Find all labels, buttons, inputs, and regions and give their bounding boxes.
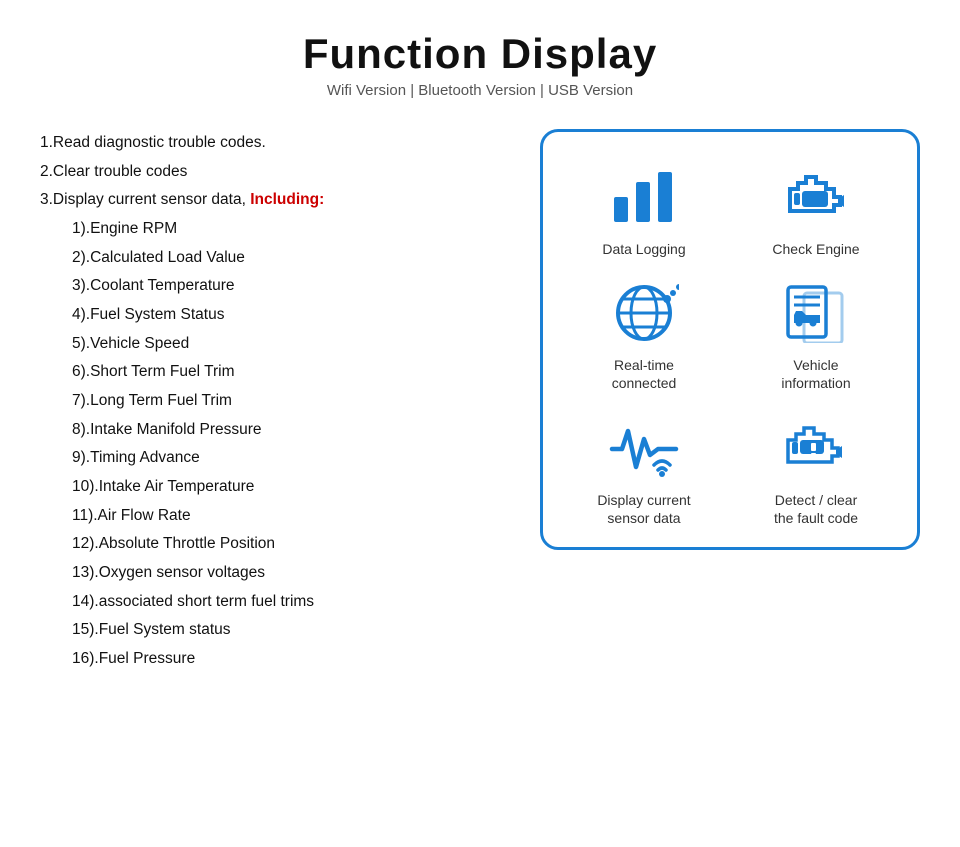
list-item-1: 1.Read diagnostic trouble codes. [40, 129, 510, 158]
list-item-3: 3.Display current sensor data, Including… [40, 186, 510, 215]
sensor-label: Display currentsensor data [597, 491, 690, 527]
card-realtime: Real-timeconnected [563, 278, 725, 392]
subitem-6: 6).Short Term Fuel Trim [40, 358, 510, 387]
icon-grid: Data Logging Check Engine [540, 129, 920, 550]
card-data-logging: Data Logging [563, 162, 725, 258]
subitem-1: 1).Engine RPM [40, 215, 510, 244]
subitem-12: 12).Absolute Throttle Position [40, 530, 510, 559]
subitem-15: 15).Fuel System status [40, 616, 510, 645]
subitem-4: 4).Fuel System Status [40, 301, 510, 330]
data-logging-label: Data Logging [602, 240, 685, 258]
subitem-9: 9).Timing Advance [40, 444, 510, 473]
subitem-8: 8).Intake Manifold Pressure [40, 416, 510, 445]
feature-list: 1.Read diagnostic trouble codes. 2.Clear… [40, 129, 510, 674]
page-title: Function Display [303, 30, 657, 78]
data-logging-icon [604, 162, 684, 232]
subitem-5: 5).Vehicle Speed [40, 330, 510, 359]
card-fault-code: Detect / clearthe fault code [735, 413, 897, 527]
vehicle-info-label: Vehicleinformation [781, 356, 850, 392]
subitem-3: 3).Coolant Temperature [40, 272, 510, 301]
page-subtitle: Wifi Version | Bluetooth Version | USB V… [303, 82, 657, 99]
subitem-16: 16).Fuel Pressure [40, 645, 510, 674]
card-vehicle-info: Vehicleinformation [735, 278, 897, 392]
subitem-13: 13).Oxygen sensor voltages [40, 559, 510, 588]
vehicle-info-icon [776, 278, 856, 348]
fault-code-icon [776, 413, 856, 483]
subitem-2: 2).Calculated Load Value [40, 244, 510, 273]
page-header: Function Display Wifi Version | Bluetoot… [303, 30, 657, 99]
including-label: Including: [250, 191, 324, 208]
card-sensor: Display currentsensor data [563, 413, 725, 527]
realtime-icon [604, 278, 684, 348]
sensor-icon [604, 413, 684, 483]
realtime-label: Real-timeconnected [612, 356, 677, 392]
subitem-11: 11).Air Flow Rate [40, 502, 510, 531]
check-engine-label: Check Engine [772, 240, 859, 258]
list-item-2: 2.Clear trouble codes [40, 158, 510, 187]
main-content: 1.Read diagnostic trouble codes. 2.Clear… [40, 129, 920, 674]
subitem-7: 7).Long Term Fuel Trim [40, 387, 510, 416]
fault-code-label: Detect / clearthe fault code [774, 491, 858, 527]
subitem-14: 14).associated short term fuel trims [40, 588, 510, 617]
check-engine-icon [776, 162, 856, 232]
subitem-10: 10).Intake Air Temperature [40, 473, 510, 502]
card-check-engine: Check Engine [735, 162, 897, 258]
